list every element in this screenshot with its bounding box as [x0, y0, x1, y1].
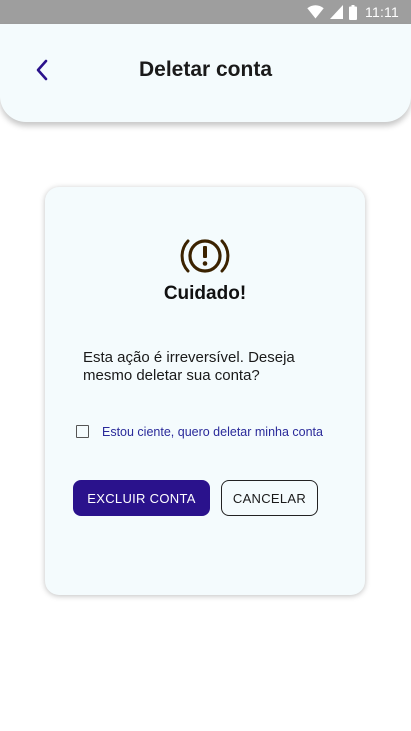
- delete-account-dialog: Cuidado! Esta ação é irreversível. Desej…: [45, 187, 365, 595]
- cellular-signal-icon: [330, 5, 344, 19]
- status-icons: 11:11: [307, 4, 399, 20]
- app-header: Deletar conta: [0, 24, 411, 122]
- confirm-checkbox-label[interactable]: Estou ciente, quero deletar minha conta: [102, 425, 323, 440]
- cancel-button[interactable]: CANCELAR: [221, 480, 318, 516]
- battery-icon: [349, 4, 358, 20]
- confirm-checkbox-row[interactable]: Estou ciente, quero deletar minha conta: [76, 425, 336, 440]
- page-title: Deletar conta: [138, 58, 273, 81]
- delete-account-button[interactable]: EXCLUIR CONTA: [73, 480, 210, 516]
- status-bar: 11:11: [0, 0, 411, 24]
- dialog-message: Esta ação é irreversível. Deseja mesmo d…: [83, 349, 295, 384]
- dialog-title: Cuidado!: [163, 283, 247, 304]
- wifi-icon: [307, 5, 324, 19]
- warning-exclamation-icon: [180, 236, 230, 276]
- confirm-checkbox[interactable]: [76, 425, 89, 438]
- status-time: 11:11: [365, 4, 399, 20]
